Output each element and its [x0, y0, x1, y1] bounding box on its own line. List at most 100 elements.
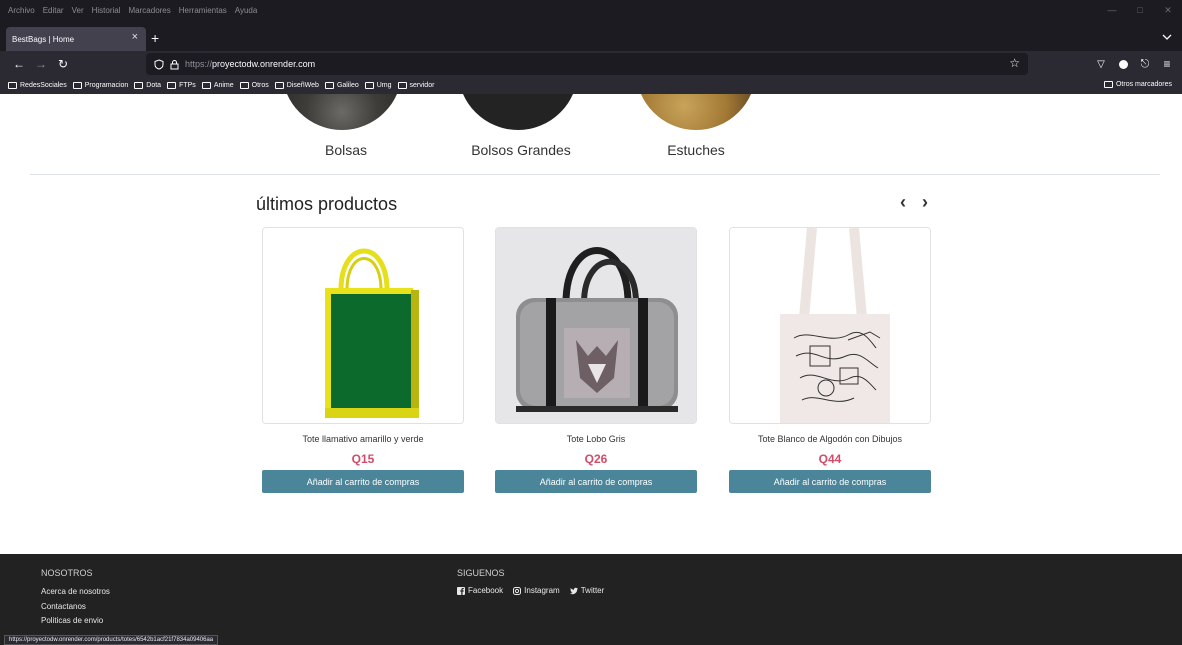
bookmark-label: Dota — [146, 82, 162, 89]
bookmark-label: Otros marcadores — [1115, 81, 1172, 88]
minimize-icon[interactable]: — — [1098, 5, 1126, 15]
account-icon[interactable] — [1112, 53, 1134, 75]
facebook-label: Facebook — [468, 586, 504, 595]
back-icon[interactable]: ← — [8, 53, 30, 75]
pocket-icon[interactable]: ▽ — [1090, 53, 1112, 75]
bookmark-label: Otros — [251, 82, 269, 89]
shield-icon[interactable] — [154, 58, 164, 70]
bookmark-label: Anime — [213, 82, 234, 89]
carousel-prev-icon[interactable]: ‹ — [900, 192, 906, 213]
lock-icon[interactable] — [170, 59, 179, 70]
tab-bestbags-home[interactable]: BestBags | Home × — [6, 27, 146, 51]
bookmark-star-icon[interactable]: ☆ — [1009, 56, 1020, 70]
product-name[interactable]: Tote llamativo amarillo y verde — [262, 434, 464, 444]
white-cotton-tote-image — [730, 228, 930, 423]
window-controls: — □ ✕ — [1098, 0, 1182, 20]
category-label-bolsos-grandes[interactable]: Bolsos Grandes — [441, 142, 601, 158]
bookmark-label: DiseñWeb — [286, 82, 319, 89]
bookmark-folder[interactable]: Dota — [134, 82, 161, 89]
category-image-estuches[interactable] — [636, 94, 756, 130]
section-divider — [30, 174, 1160, 175]
instagram-link[interactable]: Instagram — [513, 586, 560, 595]
product-image[interactable] — [729, 227, 931, 424]
bookmark-folder[interactable]: RedesSociales — [8, 82, 67, 89]
facebook-icon — [457, 586, 465, 595]
menu-archivo[interactable]: Archivo — [8, 6, 35, 15]
facebook-link[interactable]: Facebook — [457, 586, 503, 595]
folder-icon — [134, 82, 144, 89]
navigation-toolbar: ← → ↻ https:// proyectodw.onrender.com ☆… — [0, 51, 1182, 77]
folder-icon — [239, 82, 249, 89]
tab-title: BestBags | Home — [12, 34, 75, 44]
carousel-next-icon[interactable]: › — [922, 192, 928, 213]
bookmark-folder[interactable]: Galileo — [324, 82, 359, 89]
gray-wolf-bag-image — [496, 228, 696, 423]
add-to-cart-button[interactable]: Añadir al carrito de compras — [495, 470, 697, 493]
footer-link-shipping[interactable]: Politicas de envio — [41, 616, 103, 625]
bookmark-label: servidor — [409, 82, 435, 89]
tab-close-icon[interactable]: × — [132, 31, 138, 43]
menu-historial[interactable]: Historial — [92, 6, 121, 15]
chevron-down-icon[interactable] — [1162, 32, 1172, 42]
folder-icon — [72, 82, 82, 89]
footer-heading-nosotros: NOSOTROS — [41, 568, 93, 578]
product-name[interactable]: Tote Lobo Gris — [495, 434, 697, 444]
menu-editar[interactable]: Editar — [43, 6, 64, 15]
bookmark-folder[interactable]: FTPs — [167, 82, 196, 89]
footer-link-about[interactable]: Acerca de nosotros — [41, 587, 110, 596]
add-to-cart-button[interactable]: Añadir al carrito de compras — [729, 470, 931, 493]
extensions-icon[interactable]: ⎋ — [1134, 53, 1156, 75]
footer-heading-siguenos: SIGUENOS — [457, 568, 505, 578]
add-to-cart-button[interactable]: Añadir al carrito de compras — [262, 470, 464, 493]
folder-icon — [274, 82, 284, 89]
reload-icon[interactable]: ↻ — [52, 53, 74, 75]
bookmark-folder[interactable]: servidor — [397, 82, 435, 89]
bookmark-folder[interactable]: Programacion — [72, 82, 129, 89]
product-image[interactable] — [262, 227, 464, 424]
folder-icon — [1103, 81, 1113, 88]
bookmarks-toolbar: RedesSociales Programacion Dota FTPs Ani… — [0, 77, 1182, 94]
menu-ayuda[interactable]: Ayuda — [235, 6, 258, 15]
address-bar[interactable]: https:// proyectodw.onrender.com ☆ — [146, 53, 1028, 75]
product-card: Tote Blanco de Algodón con Dibujos Q44 A… — [729, 227, 931, 493]
footer-link-contact[interactable]: Contactanos — [41, 602, 86, 611]
link-status-bar: https://proyectodw.onrender.com/products… — [4, 635, 219, 645]
bookmark-folder[interactable]: Umg — [364, 82, 392, 89]
category-label-bolsas[interactable]: Bolsas — [266, 142, 426, 158]
web-page: Bolsas Bolsos Grandes Estuches últimos p… — [0, 94, 1182, 645]
instagram-label: Instagram — [524, 586, 560, 595]
twitter-link[interactable]: Twitter — [569, 586, 605, 595]
folder-icon — [324, 82, 334, 89]
menu-herramientas[interactable]: Herramientas — [179, 6, 227, 15]
social-links: Facebook Instagram Twitter — [457, 586, 614, 595]
maximize-icon[interactable]: □ — [1126, 5, 1154, 15]
folder-icon — [364, 82, 374, 89]
category-image-bolsos-grandes[interactable] — [458, 94, 578, 130]
toolbar-right-icons: ▽ ⎋ ≡ — [1090, 53, 1178, 75]
product-price: Q15 — [351, 452, 375, 466]
hamburger-menu-icon[interactable]: ≡ — [1156, 53, 1178, 75]
new-tab-icon[interactable]: + — [151, 30, 159, 46]
category-label-estuches[interactable]: Estuches — [616, 142, 776, 158]
bookmark-label: Programacion — [84, 82, 129, 89]
forward-icon[interactable]: → — [30, 53, 52, 75]
bookmark-folder[interactable]: DiseñWeb — [274, 82, 319, 89]
menu-marcadores[interactable]: Marcadores — [129, 6, 171, 15]
product-name[interactable]: Tote Blanco de Algodón con Dibujos — [729, 434, 931, 444]
green-yellow-tote-image — [263, 228, 463, 423]
close-window-icon[interactable]: ✕ — [1154, 5, 1182, 16]
url-host: proyectodw.onrender.com — [212, 59, 316, 69]
menu-ver[interactable]: Ver — [72, 6, 84, 15]
bookmark-folder[interactable]: Anime — [201, 82, 234, 89]
bookmark-folder[interactable]: Otros — [239, 82, 269, 89]
folder-icon — [201, 82, 211, 89]
twitter-label: Twitter — [580, 586, 605, 595]
bookmark-label: FTPs — [179, 82, 196, 89]
tab-bar: BestBags | Home × + — [0, 20, 1182, 51]
section-title: últimos productos — [256, 194, 398, 214]
other-bookmarks[interactable]: Otros marcadores — [1103, 81, 1172, 88]
product-image[interactable] — [495, 227, 697, 424]
menu-bar: Archivo Editar Ver Historial Marcadores … — [0, 0, 1182, 20]
site-footer: NOSOTROS Acerca de nosotros Contactanos … — [0, 554, 1182, 645]
category-image-bolsas[interactable] — [282, 94, 402, 130]
